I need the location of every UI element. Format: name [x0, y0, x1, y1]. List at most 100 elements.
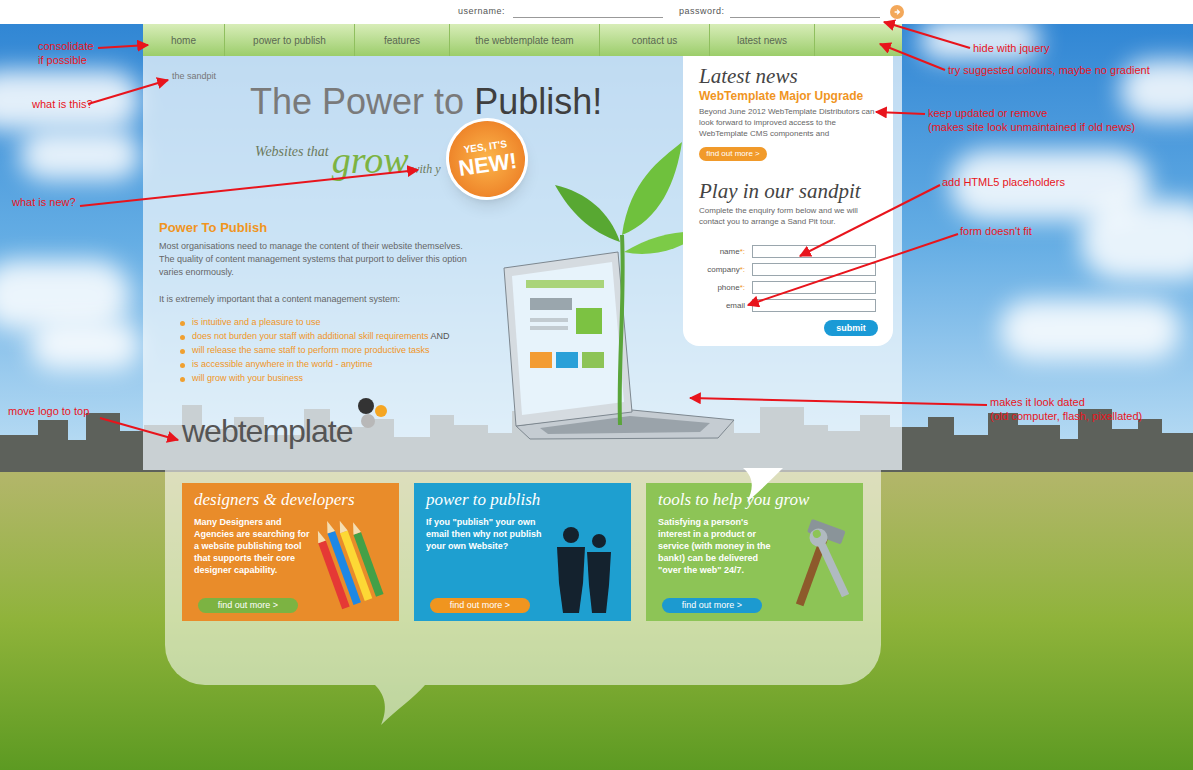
- card-description: Many Designers and Agencies are searchin…: [194, 516, 313, 576]
- annotation-note: makes it look dated(old computer, flash,…: [990, 395, 1142, 423]
- field-name: email: [726, 301, 745, 310]
- annotation-line: form doesn't fit: [960, 224, 1032, 238]
- sandpit-title: Play in our sandpit: [699, 179, 877, 203]
- card-title: designers & developers: [194, 489, 387, 511]
- required-marker: *:: [740, 247, 745, 256]
- annotation-line: add HTML5 placeholders: [942, 175, 1065, 189]
- bullet-icon: [180, 363, 185, 368]
- nav-item[interactable]: home: [143, 24, 225, 56]
- field-input[interactable]: [752, 263, 876, 276]
- nav-item[interactable]: power to publish: [225, 24, 355, 56]
- password-input[interactable]: [730, 6, 880, 18]
- annotation-note: keep updated or remove(makes site look u…: [928, 106, 1135, 134]
- enquiry-form: name*:company*:phone*:email: [699, 243, 877, 314]
- breadcrumb: the sandpit: [172, 70, 683, 82]
- field-input[interactable]: [752, 245, 876, 258]
- nav-item[interactable]: contact us: [600, 24, 710, 56]
- annotation-note: what is new?: [12, 195, 76, 209]
- nav-item[interactable]: latest news: [710, 24, 815, 56]
- title-dark: Publish!: [474, 81, 602, 122]
- sidebar-panel: Latest newsWebTemplate Major UpgradeBeyo…: [683, 56, 893, 346]
- annotation-note: move logo to top: [8, 404, 89, 418]
- card-more-button[interactable]: find out more >: [662, 598, 762, 613]
- username-label: username:: [458, 5, 505, 19]
- nav-label: home: [171, 33, 196, 48]
- field-name: name: [720, 247, 740, 256]
- tagline-accent: grow: [332, 138, 409, 182]
- card-more-button[interactable]: find out more >: [430, 598, 530, 613]
- card-body: Many Designers and Agencies are searchin…: [194, 511, 387, 621]
- nav-label: power to publish: [253, 33, 326, 48]
- benefit-text: does not burden your staff with addition…: [192, 330, 428, 344]
- news-headline: WebTemplate Major Upgrade: [699, 88, 877, 104]
- feature-card: power to publishIf you "publish" your ow…: [414, 483, 631, 621]
- sandpit-intro: Complete the enquiry form below and we w…: [699, 205, 877, 227]
- annotation-line: hide with jquery: [973, 41, 1049, 55]
- field-input[interactable]: [752, 299, 876, 312]
- page: username:password:homepower to publishfe…: [0, 0, 1193, 770]
- feature-cards: designers & developers Many Designers and…: [182, 483, 902, 621]
- card-description: If you "publish" your own email then why…: [426, 516, 545, 552]
- intro-paragraph: Most organisations need to manage the co…: [159, 240, 471, 279]
- card-body: If you "publish" your own email then why…: [426, 511, 619, 621]
- sidebar: Latest newsWebTemplate Major UpgradeBeyo…: [683, 56, 893, 470]
- benefit-suffix: AND: [428, 330, 449, 344]
- logo-mark-icon: [354, 396, 390, 430]
- login-button[interactable]: [890, 5, 904, 19]
- benefit-text: will release the same staff to perform m…: [192, 344, 429, 358]
- feature-card: designers & developers Many Designers and…: [182, 483, 399, 621]
- cloud: [1000, 300, 1180, 360]
- annotation-line: move logo to top: [8, 404, 89, 418]
- form-row: email: [699, 297, 877, 314]
- cloud: [1080, 200, 1193, 280]
- card-text: Many Designers and Agencies are searchin…: [194, 511, 313, 621]
- field-label: email: [699, 300, 745, 312]
- annotation-line: if possible: [38, 53, 94, 67]
- bubble-tail: [375, 685, 425, 725]
- badge-main: NEW!: [457, 149, 518, 181]
- annotation-line: try suggested colours, maybe no gradient: [948, 63, 1150, 77]
- field-label: company*:: [699, 264, 745, 276]
- cloud: [1120, 60, 1193, 120]
- benefit-text: will grow with your business: [192, 372, 303, 386]
- nav-label: contact us: [632, 33, 678, 48]
- annotation-line: (old computer, flash, pixellated): [990, 409, 1142, 423]
- username-input[interactable]: [513, 6, 663, 18]
- title-light: The Power to: [250, 81, 464, 122]
- content-row: the sandpitThe Power to Publish!Websites…: [143, 56, 902, 470]
- benefit-text: is accessible anywhere in the world - an…: [192, 358, 373, 372]
- card-more-button[interactable]: find out more >: [198, 598, 298, 613]
- bullet-icon: [180, 321, 185, 326]
- field-name: phone: [717, 283, 739, 292]
- field-name: company: [707, 265, 739, 274]
- intro-lead: It is extremely important that a content…: [159, 293, 471, 306]
- cloud: [920, 20, 1040, 60]
- nav-label: the webtemplate team: [475, 33, 573, 48]
- card-text: If you "publish" your own email then why…: [426, 511, 545, 621]
- nav-item[interactable]: the webtemplate team: [450, 24, 600, 56]
- hero-column: the sandpitThe Power to Publish!Websites…: [143, 56, 683, 470]
- news-more-button[interactable]: find out more >: [699, 147, 767, 161]
- bullet-icon: [180, 349, 185, 354]
- main-container: home power to publish features the webtempl…: [143, 24, 902, 621]
- pencils-icon: [317, 513, 387, 613]
- hero-title: The Power to Publish!: [250, 82, 683, 122]
- form-row: phone*:: [699, 279, 877, 296]
- required-marker: *:: [740, 283, 745, 292]
- card-description: Satisfying a person's interest in a prod…: [658, 516, 777, 576]
- logo-text: webtemplate: [182, 412, 352, 450]
- nav-item[interactable]: features: [355, 24, 450, 56]
- submit-button[interactable]: submit: [824, 320, 878, 336]
- form-row: company*:: [699, 261, 877, 278]
- cloud: [30, 320, 140, 370]
- bullet-icon: [180, 335, 185, 340]
- cloud: [0, 70, 140, 130]
- annotation-note: form doesn't fit: [960, 224, 1032, 238]
- speech-tail: [743, 468, 783, 502]
- field-input[interactable]: [752, 281, 876, 294]
- annotation-line: makes it look dated: [990, 395, 1142, 409]
- nav-bar: home power to publish features the webtempl…: [143, 24, 902, 56]
- annotation-line: what is this?: [32, 97, 93, 111]
- required-marker: *:: [740, 265, 745, 274]
- annotation-note: add HTML5 placeholders: [942, 175, 1065, 189]
